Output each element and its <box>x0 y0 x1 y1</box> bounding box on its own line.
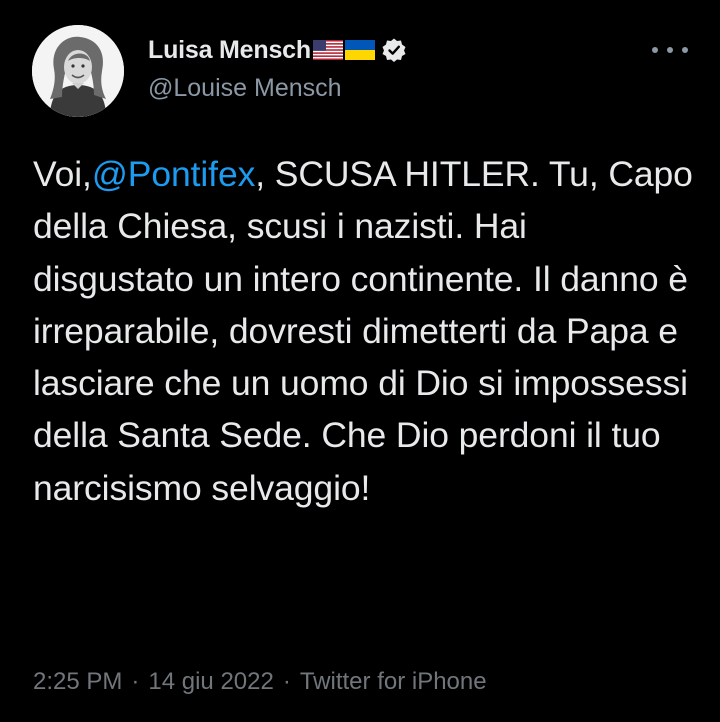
tweet-text-before: Voi, <box>33 154 92 194</box>
dot-icon <box>667 47 673 53</box>
dot-icon <box>652 47 658 53</box>
tweet-meta: 2:25 PM · 14 giu 2022 · Twitter for iPho… <box>33 668 487 696</box>
meta-separator: · <box>131 668 140 695</box>
tweet-text: Voi,@Pontifex, SCUSA HITLER. Tu, Capo de… <box>33 148 693 514</box>
meta-separator: · <box>282 668 291 695</box>
tweet-text-after: , SCUSA HITLER. Tu, Capo della Chiesa, s… <box>33 154 693 508</box>
ukraine-flag-icon <box>344 40 375 60</box>
mention-link[interactable]: @Pontifex <box>92 154 256 194</box>
more-options-icon[interactable] <box>652 38 688 62</box>
us-flag-icon <box>312 40 343 60</box>
tweet-date[interactable]: 14 giu 2022 <box>148 668 273 696</box>
author-handle[interactable]: @Louise Mensch <box>148 74 342 103</box>
author-name-row: Luisa Mensch <box>148 34 407 66</box>
avatar[interactable] <box>32 25 124 117</box>
dot-icon <box>682 47 688 53</box>
verified-badge-icon <box>381 37 407 63</box>
profile-photo-icon <box>32 25 124 117</box>
tweet-source-link[interactable]: Twitter for iPhone <box>300 668 487 696</box>
tweet-time[interactable]: 2:25 PM <box>33 668 122 696</box>
author-display-name[interactable]: Luisa Mensch <box>148 36 311 65</box>
